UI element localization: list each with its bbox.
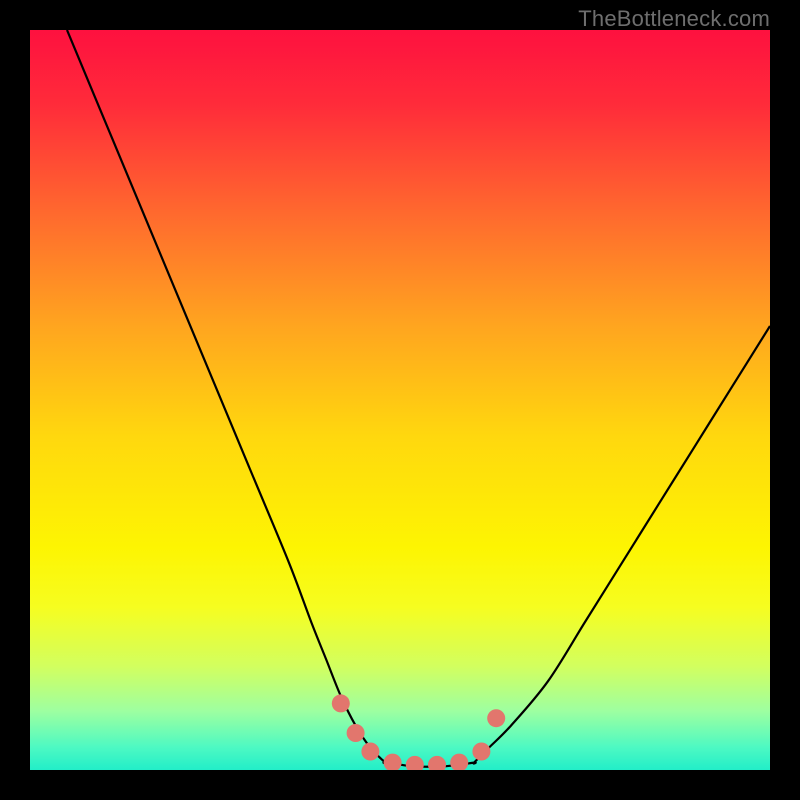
marker-dot: [428, 756, 446, 770]
curve-layer: [30, 30, 770, 770]
bottleneck-curve: [67, 30, 770, 767]
marker-dot: [347, 724, 365, 742]
marker-dot: [384, 754, 402, 770]
marker-dot: [450, 754, 468, 770]
marker-dot: [361, 743, 379, 761]
marker-dot: [332, 694, 350, 712]
chart-frame: TheBottleneck.com: [0, 0, 800, 800]
plot-area: [30, 30, 770, 770]
watermark-text: TheBottleneck.com: [578, 6, 770, 32]
marker-dot: [406, 756, 424, 770]
marker-dot: [487, 709, 505, 727]
marker-dot: [472, 743, 490, 761]
